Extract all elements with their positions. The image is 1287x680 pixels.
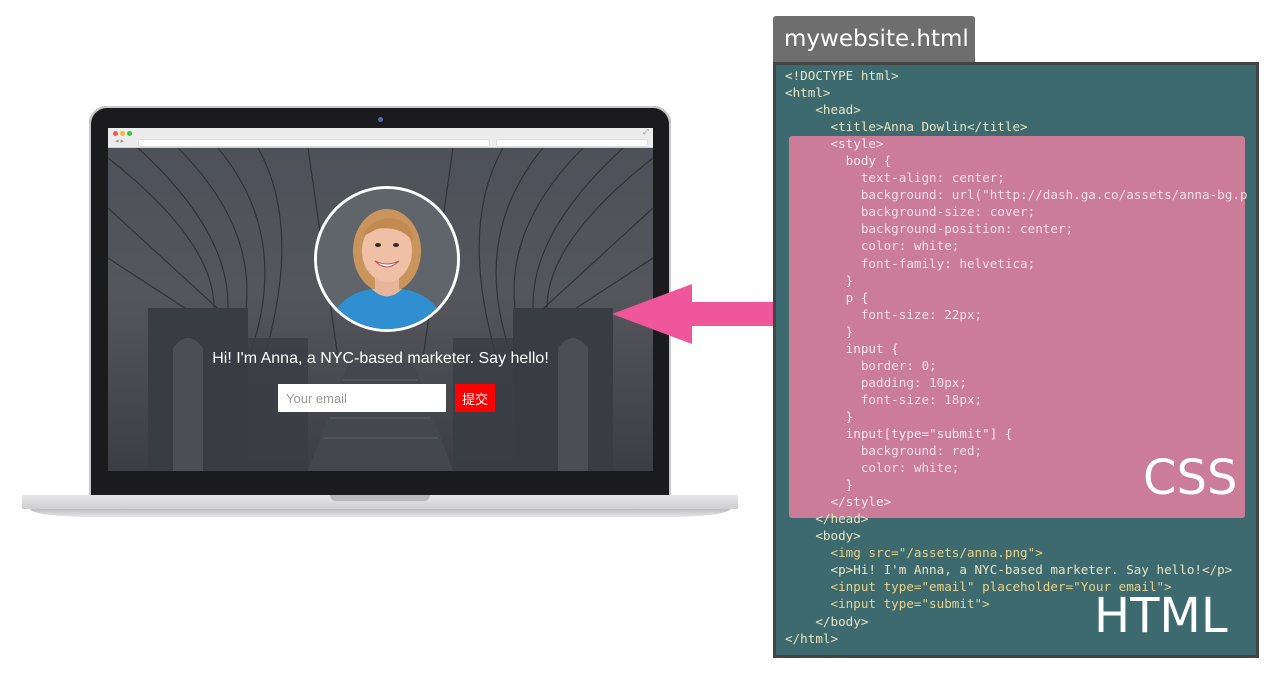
pointer-arrow	[612, 284, 777, 344]
file-tab[interactable]: mywebsite.html	[773, 16, 975, 62]
code-line: <style>	[785, 136, 884, 152]
code-line: }	[785, 408, 854, 424]
code-line: </head>	[785, 511, 869, 527]
close-window-icon[interactable]	[113, 131, 118, 136]
code-line: <head>	[785, 102, 861, 118]
profile-photo	[314, 186, 460, 332]
tagline-text: Hi! I'm Anna, a NYC-based marketer. Say …	[212, 350, 549, 367]
code-listing: <!DOCTYPE html> <html> <head> <title>Anna…	[785, 67, 1255, 653]
code-line: <p>Hi! I'm Anna, a NYC-based marketer. S…	[785, 562, 1233, 578]
code-line: }	[785, 272, 854, 288]
code-line: <img src="/assets/anna.png">	[785, 545, 1043, 561]
code-line: font-size: 22px;	[785, 306, 983, 322]
html-label: HTML	[1094, 588, 1228, 644]
code-line: padding: 10px;	[785, 374, 967, 390]
code-line: input[type="submit"] {	[785, 425, 1013, 441]
laptop-notch	[330, 495, 430, 501]
code-line: background: url("http://dash.ga.co/asset…	[785, 187, 1248, 203]
code-line: font-size: 18px;	[785, 391, 983, 407]
fullscreen-icon[interactable]: ⤢	[643, 129, 649, 137]
code-line: <html>	[785, 85, 831, 101]
css-label: CSS	[1143, 450, 1238, 506]
code-line: background-position: center;	[785, 221, 1074, 237]
code-line: <body>	[785, 528, 861, 544]
code-line: background-size: cover;	[785, 204, 1036, 220]
code-line: <!DOCTYPE html>	[785, 68, 899, 83]
browser-toolbar: ◂ ▸ ⤢	[108, 128, 653, 148]
laptop-screen: ◂ ▸ ⤢ Hi! I'm Anna, a NYC-based marketer…	[108, 128, 653, 471]
code-line: body {	[785, 153, 892, 169]
code-line: border: 0;	[785, 357, 937, 373]
code-line: color: white;	[785, 238, 960, 254]
camera-icon	[378, 117, 383, 122]
browser-search-field[interactable]	[496, 139, 648, 147]
email-input[interactable]	[278, 384, 446, 412]
maximize-window-icon[interactable]	[127, 131, 132, 136]
minimize-window-icon[interactable]	[120, 131, 125, 136]
address-bar[interactable]	[138, 139, 490, 147]
code-line: <title>Anna Dowlin</title>	[785, 119, 1028, 135]
back-forward-icon[interactable]: ◂ ▸	[115, 138, 124, 145]
code-line: text-align: center;	[785, 170, 1005, 186]
submit-button[interactable]: 提交	[455, 384, 495, 412]
laptop-base-edge	[30, 509, 730, 517]
code-line: }	[785, 323, 854, 339]
code-line: p {	[785, 289, 869, 305]
code-line: input {	[785, 340, 899, 356]
code-line: font-family: helvetica;	[785, 255, 1036, 271]
